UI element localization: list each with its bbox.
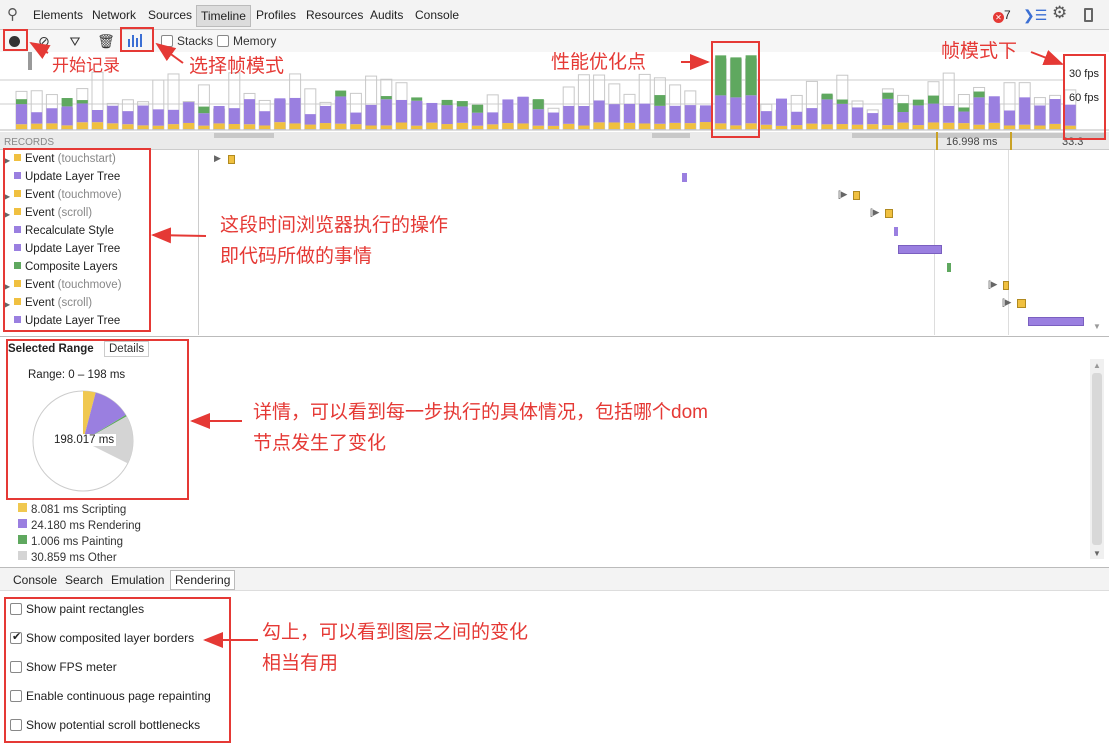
annotation-records-1: 这段时间浏览器执行的操作	[220, 215, 449, 236]
annotation-frame-mode: 选择帧模式	[189, 56, 285, 77]
annotation-rendering-2: 相当有用	[262, 653, 339, 674]
annotation-perf-point: 性能优化点	[551, 52, 647, 73]
annotation-start-record: 开始记录	[52, 56, 120, 75]
annotation-details-2: 节点发生了变化	[253, 433, 387, 454]
annotation-arrows	[29, 41, 1064, 648]
annotation-records-2: 即代码所做的事情	[220, 246, 373, 267]
annotation-rendering-1: 勾上，可以看到图层之间的变化	[262, 622, 529, 643]
annotation-frame-mode-below: 帧模式下	[941, 41, 1018, 62]
annotation-details-1: 详情，可以看到每一步执行的具体情况，包括哪个dom	[253, 402, 708, 423]
